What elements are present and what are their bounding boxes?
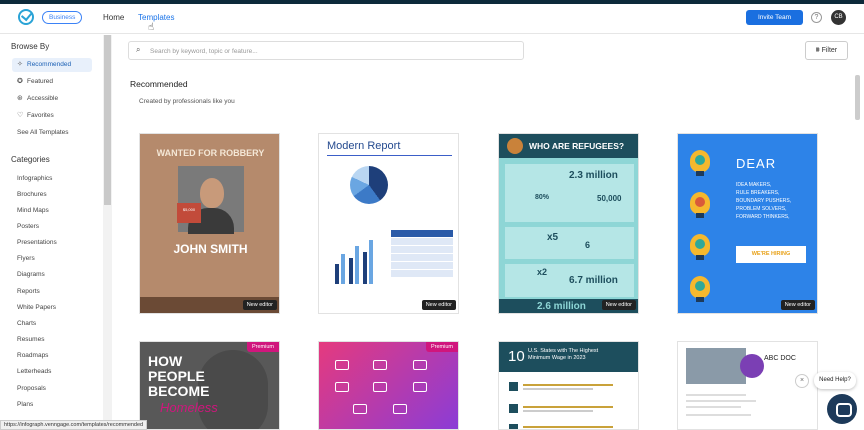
card-flowchart [333, 356, 445, 429]
template-card-homeless[interactable]: HOW PEOPLE BECOME Homeless Premium [139, 341, 280, 430]
card-title: WHO ARE REFUGEES? [529, 141, 625, 151]
category-item[interactable]: Resumes [12, 333, 92, 347]
chat-icon[interactable] [827, 394, 857, 424]
lightbulb-icon [690, 150, 710, 176]
category-item[interactable]: Flyers [12, 252, 92, 266]
new-editor-tag: New editor [780, 300, 815, 310]
need-help-bubble[interactable]: Need Help? [814, 372, 856, 389]
nav-home-link[interactable]: Home [103, 13, 124, 22]
search-icon: ⌕ [136, 45, 141, 54]
category-item[interactable]: Posters [12, 220, 92, 234]
card-stat: 6 [585, 240, 591, 250]
plan-badge: Business [42, 11, 83, 24]
category-item[interactable]: Infographics [12, 172, 92, 186]
card-photo [686, 348, 746, 384]
template-card-minimum-wage[interactable]: 10 U.S. States with The Highest Minimum … [498, 341, 639, 430]
template-card-modern-report[interactable]: Modern Report New editor [318, 133, 459, 314]
card-title: ABC DOC [764, 355, 796, 362]
card-title: DEAR [736, 156, 777, 171]
card-stat: 2.3 million [569, 170, 618, 181]
template-card-wanted-poster[interactable]: WANTED FOR ROBBERY $5,000 JOHN SMITH New… [139, 133, 280, 314]
category-item[interactable]: Charts [12, 317, 92, 331]
category-item[interactable]: White Papers [12, 301, 92, 315]
invite-team-button[interactable]: Invite Team [746, 10, 803, 25]
category-item[interactable]: Reports [12, 285, 92, 299]
status-bar-url: https://infograph.venngage.com/templates… [0, 420, 148, 430]
search-bar[interactable]: ⌕ [128, 41, 524, 60]
template-card-flowchart[interactable]: Premium [318, 341, 459, 430]
card-decor-circle [740, 354, 764, 378]
card-title: HOW PEOPLE BECOME [148, 353, 210, 399]
card-stat: x2 [537, 267, 548, 277]
main-scrollbar[interactable] [855, 75, 860, 120]
categories-heading: Categories [11, 155, 50, 164]
section-title: Recommended [130, 79, 188, 89]
section-subtitle: Created by professionals like you [139, 98, 235, 105]
card-bar-chart [333, 234, 383, 284]
help-icon[interactable]: ? [811, 12, 822, 23]
sidebar: Browse By ✧ Recommended ✪ Featured ⊛ Access… [0, 35, 112, 430]
sidebar-item-accessible[interactable]: ⊛ Accessible [12, 92, 92, 106]
card-name: JOHN SMITH [173, 242, 248, 256]
new-editor-tag: New editor [242, 300, 277, 310]
category-item[interactable]: Roadmaps [12, 349, 92, 363]
card-stat: 50,000 [597, 194, 622, 203]
new-editor-tag: New editor [601, 300, 636, 310]
category-item[interactable]: Plans [12, 398, 92, 412]
card-title-script: Homeless [160, 400, 218, 415]
venngage-logo-icon[interactable] [18, 9, 34, 25]
sidebar-item-favorites[interactable]: ♡ Favorites [12, 109, 92, 123]
card-divider [327, 155, 452, 156]
lightbulb-icon [690, 234, 710, 260]
star-badge-icon: ✪ [17, 78, 23, 85]
card-reward: $5,000 [177, 203, 201, 223]
sparkle-icon: ✧ [17, 61, 23, 68]
filter-button[interactable]: ⩩ Filter [805, 41, 848, 60]
card-title: U.S. States with The Highest Minimum Wag… [528, 348, 599, 361]
template-card-hiring[interactable]: DEAR IDEA MAKERS, RULE BREAKERS, BOUNDAR… [677, 133, 818, 314]
lightbulb-icon [690, 276, 710, 302]
category-item[interactable]: Presentations [12, 236, 92, 250]
lightbulb-icon [690, 192, 710, 218]
premium-tag: Premium [425, 342, 458, 352]
category-item[interactable]: Proposals [12, 382, 92, 396]
premium-tag: Premium [246, 342, 279, 352]
browse-by-heading: Browse By [11, 42, 50, 51]
user-avatar[interactable]: CB [831, 10, 846, 25]
template-card-refugees[interactable]: WHO ARE REFUGEES? 2.3 million 80% 50,000… [498, 133, 639, 314]
new-editor-tag: New editor [421, 300, 456, 310]
card-stat: 2.6 million [537, 301, 586, 312]
card-stat: x5 [547, 232, 559, 243]
sidebar-item-featured[interactable]: ✪ Featured [12, 75, 92, 89]
category-item[interactable]: Diagrams [12, 268, 92, 282]
search-input[interactable] [150, 44, 510, 58]
accessibility-icon: ⊛ [17, 95, 23, 102]
card-table [391, 230, 453, 284]
card-number: 10 [508, 348, 525, 365]
top-navigation-bar: Business Home Templates ☝ Invite Team ? … [0, 4, 864, 34]
heart-icon: ♡ [17, 112, 24, 119]
nav-templates-link[interactable]: Templates [138, 13, 174, 22]
category-item[interactable]: Letterheads [12, 365, 92, 379]
close-help-icon[interactable]: × [795, 374, 809, 388]
card-cta: WE'RE HIRING [736, 246, 806, 263]
card-stat: 80% [535, 194, 550, 201]
card-stat: 6.7 million [569, 275, 618, 286]
card-pie-chart [350, 166, 388, 204]
category-item[interactable]: Brochures [12, 188, 92, 202]
sidebar-scrollbar[interactable] [104, 35, 111, 205]
card-title: WANTED FOR ROBBERY [156, 148, 265, 158]
mouse-cursor-icon: ☝ [148, 22, 155, 33]
category-item[interactable]: Mind Maps [12, 204, 92, 218]
sidebar-item-see-all[interactable]: See All Templates [12, 126, 92, 140]
card-title: Modern Report [327, 140, 401, 152]
sidebar-item-recommended[interactable]: ✧ Recommended [12, 58, 92, 72]
card-body-text: IDEA MAKERS, RULE BREAKERS, BOUNDARY PUS… [736, 182, 792, 220]
card-avatar-icon [507, 138, 523, 154]
